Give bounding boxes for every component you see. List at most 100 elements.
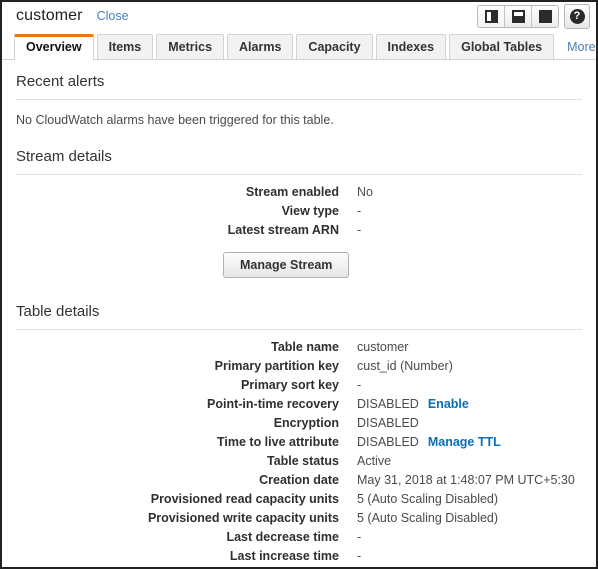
tab-label: Capacity bbox=[308, 40, 361, 54]
split-vertical-layout-button[interactable] bbox=[478, 5, 505, 27]
window-inner: customer Close ? Overview Items Metrics … bbox=[2, 2, 596, 567]
row-label: Point-in-time recovery bbox=[207, 397, 339, 411]
row-value: DISABLED Manage TTL bbox=[356, 434, 582, 453]
row-label: View type bbox=[281, 204, 339, 218]
split-horizontal-layout-button[interactable] bbox=[505, 5, 532, 27]
table-row: Table name customer bbox=[16, 339, 582, 358]
table-row: Primary partition key cust_id (Number) bbox=[16, 358, 582, 377]
overview-panel: Recent alerts No CloudWatch alarms have … bbox=[2, 60, 596, 567]
row-value: No bbox=[357, 185, 373, 199]
tab-items[interactable]: Items bbox=[96, 34, 154, 59]
table-row: Time to live attribute DISABLED Manage TT… bbox=[16, 434, 582, 453]
row-label: Primary sort key bbox=[241, 378, 339, 392]
row-label: Last decrease time bbox=[226, 530, 339, 544]
row-label: Table status bbox=[266, 454, 339, 468]
manage-stream-button[interactable]: Manage Stream bbox=[223, 252, 350, 278]
row-value: - bbox=[357, 204, 362, 218]
table-row: Last decrease time - bbox=[16, 529, 582, 548]
table-row: Last increase time - bbox=[16, 548, 582, 567]
row-value-text: - bbox=[357, 530, 362, 544]
stream-details-heading: Stream details bbox=[16, 135, 582, 175]
tab-label: Metrics bbox=[168, 40, 213, 54]
row-value: DISABLED bbox=[356, 415, 582, 434]
split-vertical-icon bbox=[484, 9, 498, 23]
row-value-text: cust_id (Number) bbox=[357, 359, 453, 373]
tab-more-dropdown[interactable]: More bbox=[557, 34, 596, 59]
row-value: May 31, 2018 at 1:48:07 PM UTC+5:30 bbox=[356, 472, 582, 491]
row-value-text: DISABLED bbox=[357, 397, 419, 411]
table-row: Encryption DISABLED bbox=[16, 415, 582, 434]
row-value-text: 5 (Auto Scaling Disabled) bbox=[357, 492, 499, 506]
tab-global-tables[interactable]: Global Tables bbox=[449, 34, 555, 59]
table-row: Primary sort key - bbox=[16, 377, 582, 396]
row-label: Encryption bbox=[273, 416, 339, 430]
tab-bar: Overview Items Metrics Alarms Capacity I… bbox=[2, 30, 596, 60]
row-value-text: Active bbox=[357, 454, 392, 468]
row-value: customer bbox=[356, 339, 582, 358]
row-label: Provisioned read capacity units bbox=[150, 492, 339, 506]
table-row: View type - bbox=[16, 203, 582, 222]
tab-label: Overview bbox=[26, 40, 82, 54]
tab-more-label: More bbox=[567, 39, 596, 54]
table-row: Provisioned write capacity units 5 (Auto… bbox=[16, 510, 582, 529]
row-value: DISABLED Enable bbox=[356, 396, 582, 415]
row-value: - bbox=[356, 548, 582, 567]
row-value: - bbox=[357, 223, 362, 237]
table-details-heading: Table details bbox=[16, 290, 582, 330]
table-row: Table status Active bbox=[16, 453, 582, 472]
table-row: Latest stream ARN - bbox=[16, 222, 582, 241]
row-value-text: 5 (Auto Scaling Disabled) bbox=[357, 511, 499, 525]
split-horizontal-icon bbox=[511, 9, 525, 23]
tab-capacity[interactable]: Capacity bbox=[296, 34, 373, 59]
table-row: Creation date May 31, 2018 at 1:48:07 PM… bbox=[16, 472, 582, 491]
row-label: Table name bbox=[271, 340, 339, 354]
tab-metrics[interactable]: Metrics bbox=[156, 34, 225, 59]
full-screen-icon bbox=[538, 9, 552, 23]
tab-indexes[interactable]: Indexes bbox=[375, 34, 447, 59]
row-value: 5 (Auto Scaling Disabled) bbox=[356, 491, 582, 510]
table-details-table: Table name customer Primary partition ke… bbox=[16, 339, 582, 567]
row-value-text: DISABLED bbox=[357, 435, 419, 449]
full-screen-layout-button[interactable] bbox=[532, 5, 558, 27]
row-label: Last increase time bbox=[229, 549, 339, 563]
stream-details-table: Stream enabled No View type - Latest str… bbox=[16, 184, 582, 241]
table-row: Provisioned read capacity units 5 (Auto … bbox=[16, 491, 582, 510]
tab-label: Indexes bbox=[387, 40, 435, 54]
row-label: Time to live attribute bbox=[216, 435, 339, 449]
row-label: Provisioned write capacity units bbox=[147, 511, 339, 525]
row-value-text: customer bbox=[357, 340, 409, 354]
tab-label: Items bbox=[108, 40, 142, 54]
window-title-bar: customer Close ? bbox=[2, 2, 596, 30]
titlebar-controls: ? bbox=[477, 3, 590, 29]
tab-overview[interactable]: Overview bbox=[14, 34, 94, 60]
recent-alerts-heading: Recent alerts bbox=[16, 60, 582, 100]
tab-label: Alarms bbox=[239, 40, 282, 54]
stream-actions: Manage Stream bbox=[16, 252, 582, 278]
table-row: Point-in-time recovery DISABLED Enable bbox=[16, 396, 582, 415]
row-label: Stream enabled bbox=[245, 185, 339, 199]
row-label: Creation date bbox=[259, 473, 339, 487]
layout-toggle-group bbox=[477, 4, 559, 28]
row-value: - bbox=[356, 529, 582, 548]
row-value: cust_id (Number) bbox=[356, 358, 582, 377]
dynamodb-table-detail-window: customer Close ? Overview Items Metrics … bbox=[0, 0, 598, 569]
close-link[interactable]: Close bbox=[97, 9, 129, 23]
recent-alerts-message: No CloudWatch alarms have been triggered… bbox=[16, 113, 334, 127]
table-row: Stream enabled No bbox=[16, 184, 582, 203]
help-button[interactable]: ? bbox=[564, 3, 590, 29]
row-value-text: - bbox=[357, 378, 362, 392]
row-value: 5 (Auto Scaling Disabled) bbox=[356, 510, 582, 529]
row-label: Latest stream ARN bbox=[227, 223, 339, 237]
row-value: Active bbox=[356, 453, 582, 472]
enable-pitr-link[interactable]: Enable bbox=[428, 397, 469, 411]
tab-label: Global Tables bbox=[461, 40, 543, 54]
question-mark-icon: ? bbox=[569, 8, 585, 24]
row-value-text: - bbox=[357, 549, 362, 563]
row-value: - bbox=[356, 377, 582, 396]
row-value-text: May 31, 2018 at 1:48:07 PM UTC+5:30 bbox=[357, 473, 575, 487]
tab-alarms[interactable]: Alarms bbox=[227, 34, 294, 59]
page-title: customer bbox=[16, 7, 83, 24]
manage-ttl-link[interactable]: Manage TTL bbox=[428, 435, 501, 449]
